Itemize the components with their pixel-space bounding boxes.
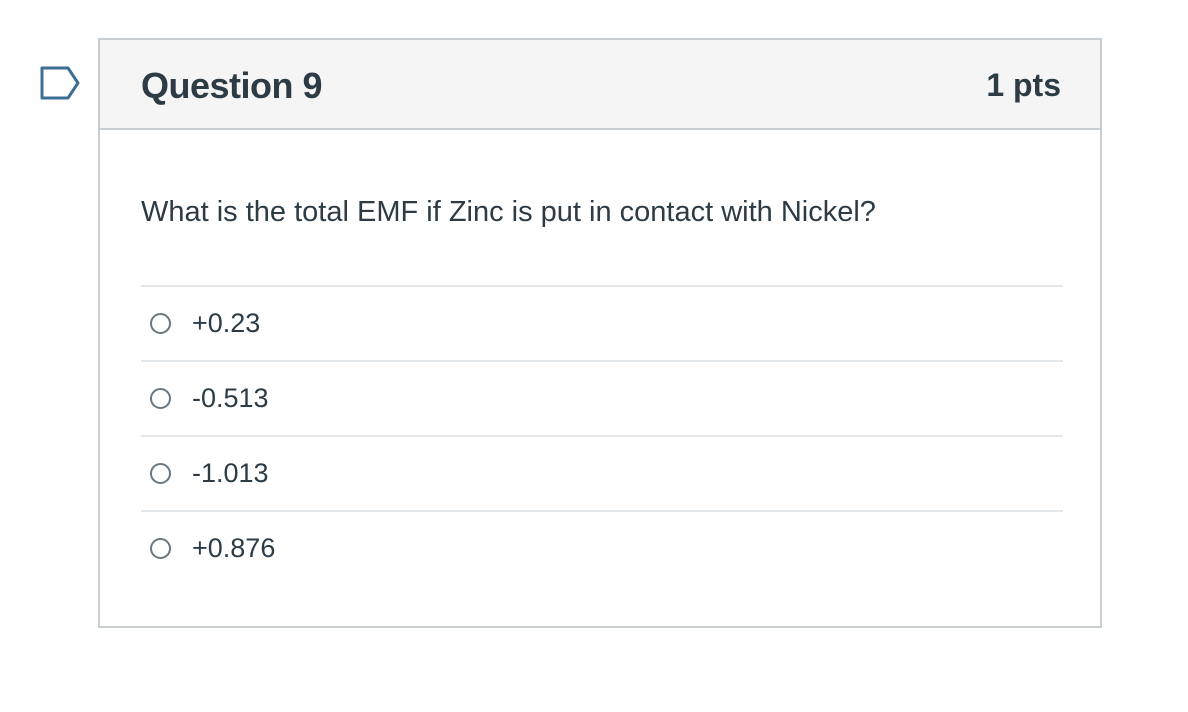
question-points: 1 pts [986, 67, 1061, 103]
question-text: What is the total EMF if Zinc is put in … [141, 196, 876, 228]
question-header: Question 9 1 pts [100, 40, 1100, 130]
radio-button[interactable] [150, 538, 171, 559]
answer-label: +0.876 [192, 533, 276, 563]
radio-button[interactable] [150, 313, 171, 334]
answer-option[interactable]: +0.876 [141, 510, 1063, 585]
question-card: Question 9 1 pts What is the total EMF i… [98, 38, 1102, 628]
radio-button[interactable] [150, 388, 171, 409]
answer-option[interactable]: +0.23 [141, 285, 1063, 360]
answer-list: +0.23 -0.513 -1.013 +0.876 [141, 285, 1063, 585]
flag-question-icon[interactable] [39, 66, 81, 100]
answer-label: +0.23 [192, 308, 261, 338]
question-title: Question 9 [141, 65, 323, 106]
answer-option[interactable]: -1.013 [141, 435, 1063, 510]
radio-button[interactable] [150, 463, 171, 484]
answer-label: -1.013 [192, 458, 269, 488]
answer-label: -0.513 [192, 383, 269, 413]
answer-option[interactable]: -0.513 [141, 360, 1063, 435]
